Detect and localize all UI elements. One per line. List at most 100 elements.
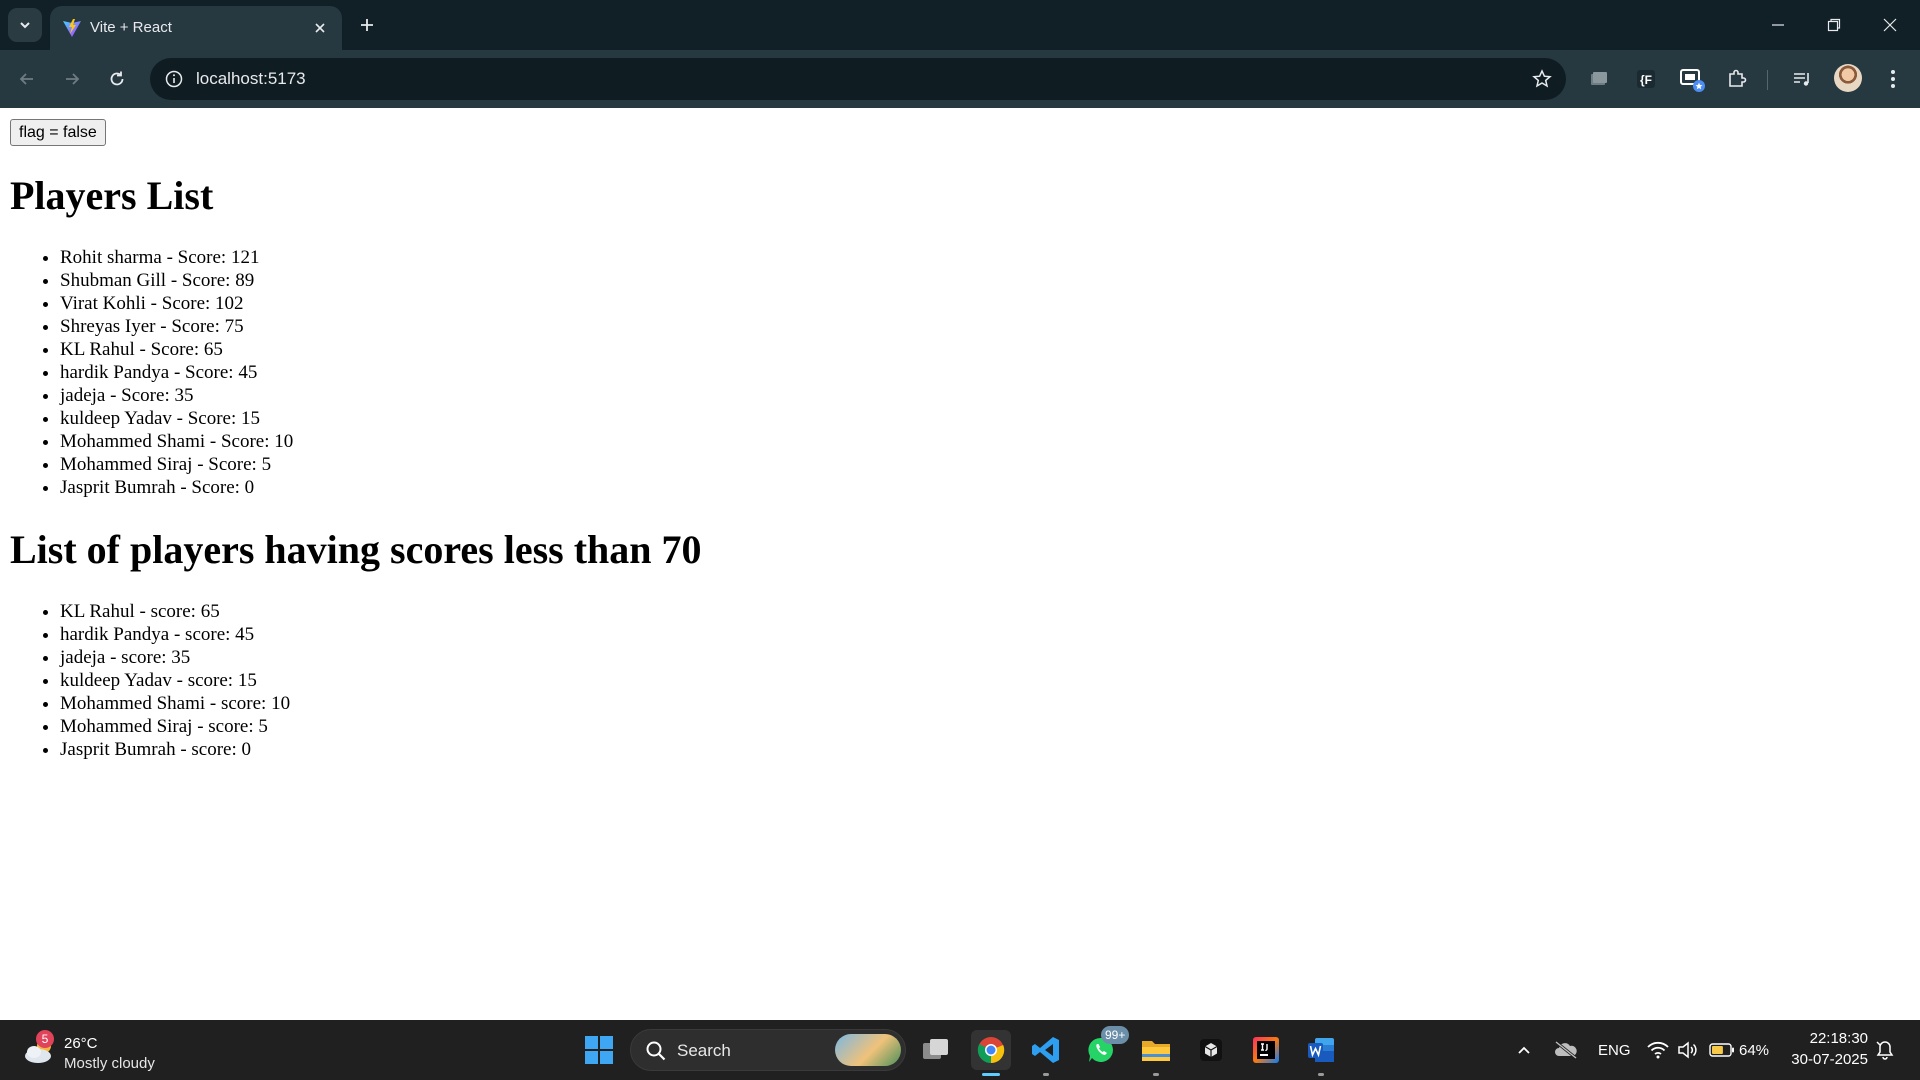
player-list-item: kuldeep Yadav - Score: 15 bbox=[60, 407, 293, 430]
site-info-icon[interactable] bbox=[162, 67, 186, 91]
toolbar-divider bbox=[1767, 70, 1768, 90]
clock-time: 22:18:30 bbox=[1809, 1030, 1868, 1047]
search-icon bbox=[646, 1041, 666, 1061]
wifi-icon bbox=[1647, 1041, 1669, 1059]
browser-tab[interactable]: Vite + React bbox=[50, 6, 342, 50]
players-heading: Players List bbox=[10, 173, 214, 218]
running-indicator bbox=[1153, 1073, 1159, 1076]
vscode-icon bbox=[1032, 1037, 1059, 1063]
chevron-down-icon bbox=[20, 22, 30, 29]
start-button[interactable] bbox=[579, 1030, 619, 1070]
weather-alert-badge: 5 bbox=[36, 1030, 54, 1048]
reload-button[interactable] bbox=[100, 62, 134, 96]
filtered-player-list-item: KL Rahul - score: 65 bbox=[60, 600, 290, 623]
windows-taskbar: 5 26°C Mostly cloudy Search 99+ ENG 64% … bbox=[0, 1020, 1920, 1080]
battery-icon bbox=[1709, 1043, 1734, 1057]
notification-bell-icon bbox=[1876, 1041, 1894, 1060]
bookmark-star-icon[interactable] bbox=[1530, 67, 1554, 91]
volume-control[interactable] bbox=[1675, 1038, 1701, 1062]
speaker-icon bbox=[1678, 1041, 1697, 1059]
show-hidden-icons-button[interactable] bbox=[1512, 1038, 1536, 1062]
player-list-item: Jasprit Bumrah - Score: 0 bbox=[60, 476, 293, 499]
box-app-icon bbox=[1200, 1039, 1222, 1061]
close-icon bbox=[1883, 18, 1897, 32]
browser-tab-strip: Vite + React bbox=[0, 0, 1920, 50]
active-indicator bbox=[982, 1073, 1000, 1076]
cloud-offline-icon bbox=[1555, 1041, 1577, 1059]
weather-temperature: 26°C bbox=[64, 1035, 98, 1052]
extension-screen-icon[interactable] bbox=[1677, 64, 1707, 94]
player-list-item: Shreyas Iyer - Score: 75 bbox=[60, 315, 293, 338]
task-view-button[interactable] bbox=[916, 1030, 956, 1070]
taskbar-file-explorer[interactable] bbox=[1136, 1030, 1176, 1076]
weather-condition: Mostly cloudy bbox=[64, 1055, 155, 1072]
vite-logo-icon bbox=[63, 19, 81, 37]
player-list-item: hardik Pandya - Score: 45 bbox=[60, 361, 293, 384]
url-text[interactable]: localhost:5173 bbox=[196, 69, 306, 89]
page-content: flag = false Players List Rohit sharma -… bbox=[0, 108, 1920, 1020]
arrow-left-icon bbox=[19, 73, 33, 85]
close-icon bbox=[315, 23, 325, 33]
player-list-item: Shubman Gill - Score: 89 bbox=[60, 269, 293, 292]
svg-text:{F: {F bbox=[1640, 73, 1652, 87]
input-language[interactable]: ENG bbox=[1598, 1042, 1631, 1059]
filtered-player-list-item: Mohammed Siraj - score: 5 bbox=[60, 715, 290, 738]
clock-date: 30-07-2025 bbox=[1791, 1051, 1868, 1068]
filtered-player-list-item: kuldeep Yadav - score: 15 bbox=[60, 669, 290, 692]
flag-toggle-button[interactable]: flag = false bbox=[10, 119, 106, 146]
search-label: Search bbox=[677, 1041, 731, 1060]
taskbar-search[interactable]: Search bbox=[630, 1029, 906, 1071]
taskbar-sandbox-app[interactable] bbox=[1191, 1030, 1231, 1070]
minimize-button[interactable] bbox=[1758, 8, 1798, 42]
filtered-players-heading: List of players having scores less than … bbox=[10, 527, 702, 572]
weather-widget[interactable]: 5 26°C Mostly cloudy bbox=[20, 1026, 170, 1074]
player-list-item: Mohammed Shami - Score: 10 bbox=[60, 430, 293, 453]
network-status[interactable] bbox=[1645, 1038, 1671, 1062]
extension-formatter-icon[interactable]: {F bbox=[1631, 64, 1661, 94]
back-button[interactable] bbox=[10, 62, 44, 96]
system-clock[interactable]: 22:18:30 30-07-2025 bbox=[1791, 1028, 1868, 1070]
battery-percentage: 64% bbox=[1739, 1042, 1770, 1059]
player-list-item: KL Rahul - Score: 65 bbox=[60, 338, 293, 361]
reload-icon bbox=[110, 71, 124, 86]
windows-logo-icon bbox=[585, 1036, 613, 1064]
task-view-icon bbox=[923, 1039, 948, 1059]
forward-button[interactable] bbox=[55, 62, 89, 96]
player-list-item: Virat Kohli - Score: 102 bbox=[60, 292, 293, 315]
taskbar-chrome[interactable] bbox=[971, 1030, 1011, 1076]
filtered-player-list-item: Jasprit Bumrah - score: 0 bbox=[60, 738, 290, 761]
more-menu-icon[interactable] bbox=[1878, 64, 1908, 94]
filtered-player-list-item: jadeja - score: 35 bbox=[60, 646, 290, 669]
chrome-icon bbox=[977, 1037, 1005, 1064]
profile-avatar[interactable] bbox=[1834, 64, 1862, 92]
tab-search-button[interactable] bbox=[8, 8, 42, 42]
taskbar-word[interactable] bbox=[1301, 1030, 1341, 1076]
media-controls-icon[interactable] bbox=[1787, 64, 1817, 94]
close-window-button[interactable] bbox=[1870, 8, 1910, 42]
player-list-item: Mohammed Siraj - Score: 5 bbox=[60, 453, 293, 476]
taskbar-vscode[interactable] bbox=[1026, 1030, 1066, 1076]
filtered-players-list: KL Rahul - score: 65hardik Pandya - scor… bbox=[60, 600, 290, 761]
taskbar-whatsapp[interactable]: 99+ bbox=[1081, 1026, 1130, 1070]
taskbar-intellij[interactable] bbox=[1246, 1030, 1286, 1070]
folder-icon bbox=[1142, 1041, 1170, 1061]
minimize-icon bbox=[1772, 24, 1784, 26]
tab-close-button[interactable] bbox=[308, 16, 332, 40]
arrow-right-icon bbox=[66, 73, 80, 85]
running-indicator bbox=[1318, 1073, 1324, 1076]
address-bar[interactable]: localhost:5173 bbox=[150, 58, 1566, 100]
notification-center-button[interactable] bbox=[1872, 1038, 1898, 1062]
extension-cards-icon[interactable] bbox=[1584, 64, 1614, 94]
onedrive-status[interactable] bbox=[1551, 1038, 1581, 1062]
chevron-up-icon bbox=[1518, 1046, 1530, 1054]
restore-button[interactable] bbox=[1814, 8, 1854, 42]
extensions-puzzle-icon[interactable] bbox=[1722, 64, 1752, 94]
restore-icon bbox=[1827, 18, 1841, 32]
new-tab-button[interactable] bbox=[352, 10, 382, 40]
players-list: Rohit sharma - Score: 121Shubman Gill - … bbox=[60, 246, 293, 499]
battery-status[interactable] bbox=[1708, 1038, 1736, 1062]
word-icon bbox=[1308, 1038, 1334, 1062]
notification-badge: 99+ bbox=[1101, 1026, 1130, 1044]
plus-icon bbox=[361, 19, 373, 31]
intellij-icon bbox=[1253, 1037, 1279, 1063]
